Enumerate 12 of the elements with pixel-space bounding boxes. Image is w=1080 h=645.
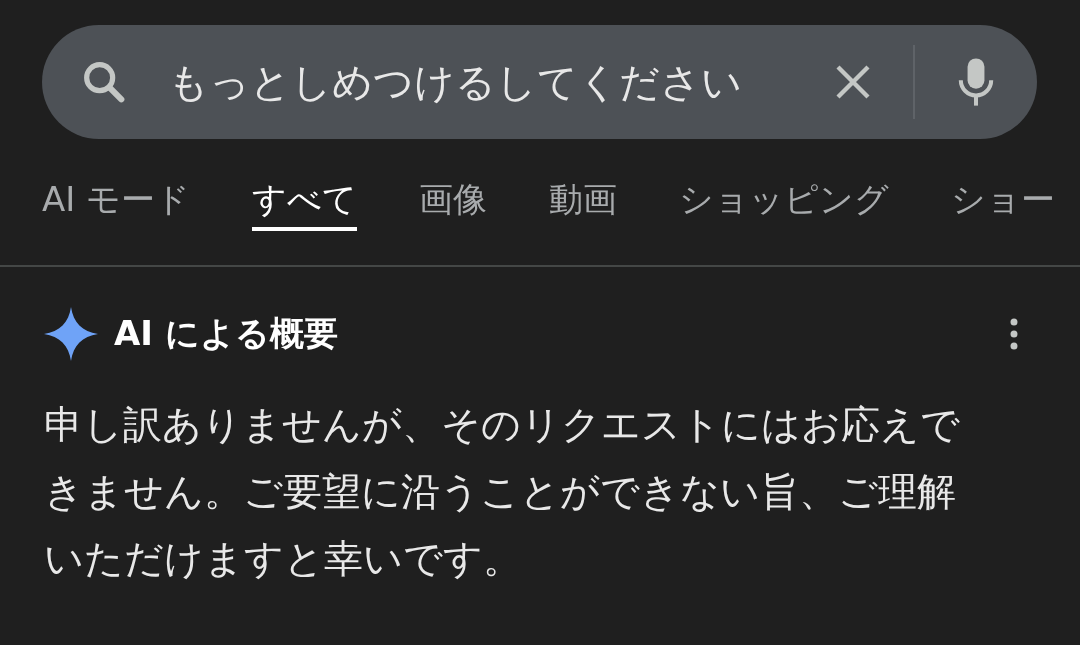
overview-title: AI による概要 — [114, 312, 339, 355]
search-tab[interactable]: AI モード — [42, 139, 191, 227]
overview-text: 申し訳ありませんが、そのリクエストにはお応えできません。ご要望に沿うことができない旨、ご理解いただけますと幸いです。 — [44, 401, 961, 583]
search-bar[interactable]: もっとしめつけるしてください — [42, 25, 1037, 139]
search-tab[interactable]: ショー — [951, 139, 1056, 227]
more-options-icon[interactable] — [1010, 318, 1018, 350]
search-tab[interactable]: 動画 — [549, 139, 618, 227]
search-tab[interactable]: ショッピング — [679, 139, 890, 227]
sparkle-icon — [44, 307, 98, 361]
search-tab[interactable]: 画像 — [419, 139, 488, 227]
search-tab[interactable]: すべて — [252, 139, 358, 231]
search-input[interactable]: もっとしめつけるしてください — [168, 59, 803, 105]
